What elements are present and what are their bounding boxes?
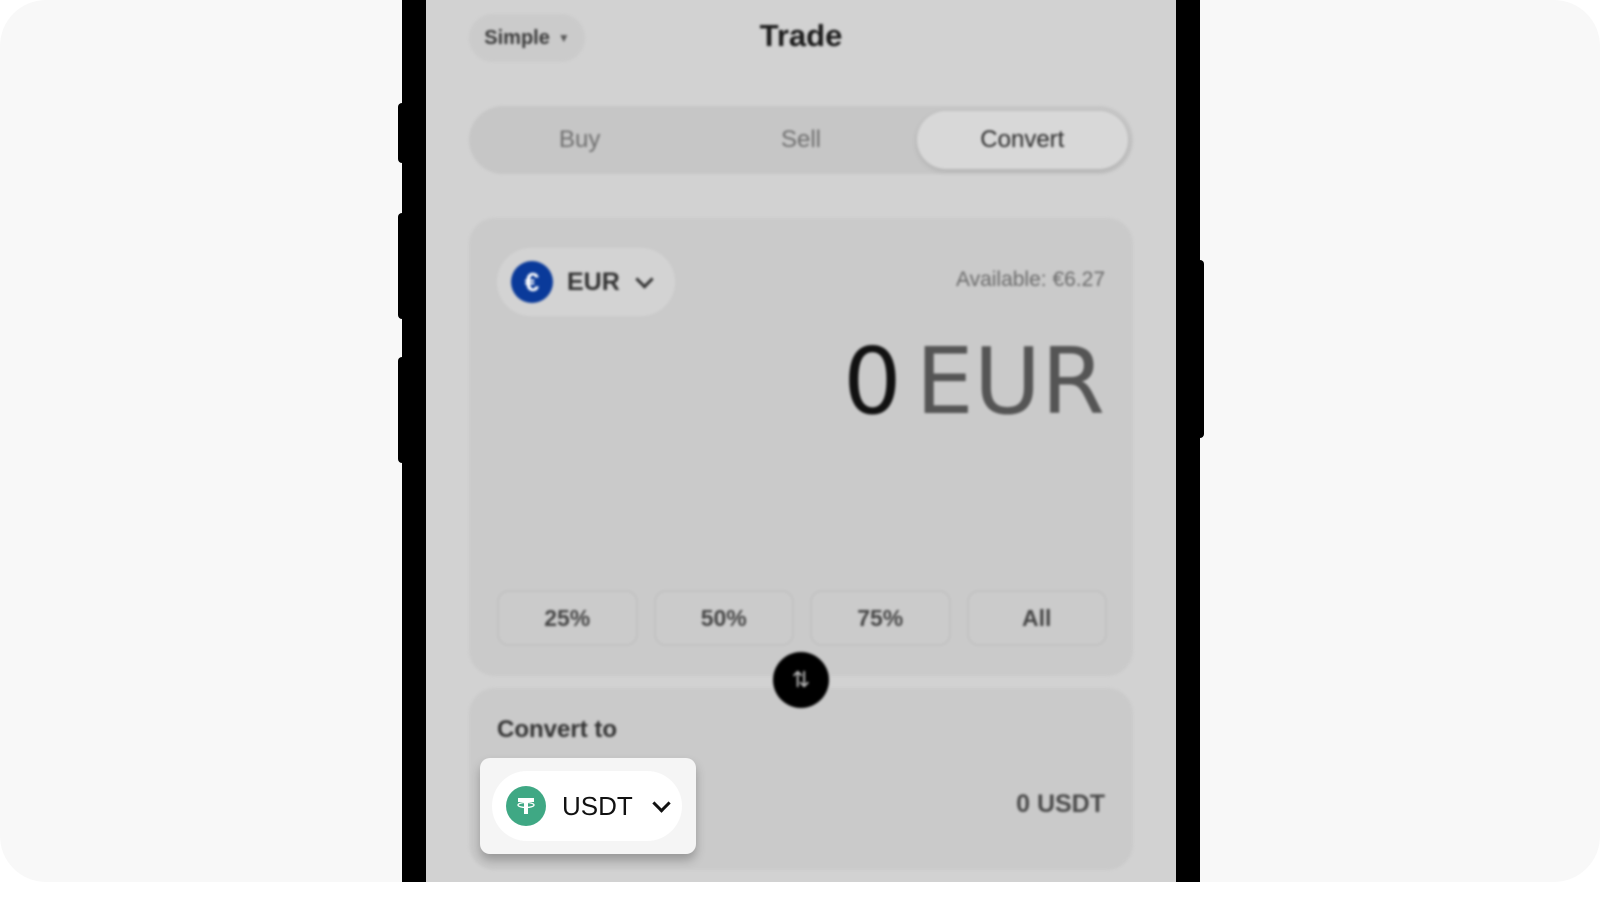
percent-25-button[interactable]: 25% — [497, 590, 638, 646]
chevron-down-icon — [652, 793, 671, 813]
from-currency-label: EUR — [567, 267, 620, 296]
convert-from-card: € EUR Available: €6.27 0 EUR 25% 50% 75%… — [469, 218, 1133, 676]
percent-buttons: 25% 50% 75% All — [497, 590, 1107, 646]
available-balance: Available: €6.27 — [955, 268, 1105, 291]
highlighted-to-currency: USDT — [480, 758, 696, 854]
from-amount-input[interactable]: 0 EUR — [843, 328, 1105, 435]
from-currency-selector[interactable]: € EUR — [497, 248, 675, 316]
euro-coin-icon: € — [511, 261, 553, 303]
to-currency-label: USDT — [562, 790, 633, 821]
convert-to-label: Convert to — [497, 716, 617, 743]
chevron-down-icon — [635, 269, 654, 289]
tab-buy[interactable]: Buy — [474, 111, 685, 169]
percent-all-button[interactable]: All — [966, 590, 1107, 646]
percent-75-button[interactable]: 75% — [810, 590, 951, 646]
tab-convert[interactable]: Convert — [916, 111, 1128, 169]
trade-tabs: Buy Sell Convert — [469, 106, 1133, 174]
swap-button[interactable]: ⇅ — [773, 652, 829, 708]
tether-icon — [506, 786, 546, 826]
swap-arrows-icon: ⇅ — [791, 667, 811, 692]
from-amount-unit: EUR — [915, 328, 1105, 435]
to-currency-selector[interactable]: USDT — [492, 771, 682, 841]
from-amount-value: 0 — [843, 328, 902, 435]
percent-50-button[interactable]: 50% — [653, 590, 794, 646]
dimmed-content: Simple ▼ Trade Buy Sell Convert € EUR Av… — [426, 0, 1176, 882]
to-amount: 0 USDT — [1016, 790, 1105, 818]
tab-sell[interactable]: Sell — [695, 111, 906, 169]
page-title: Trade — [759, 18, 843, 53]
phone-screen: Simple ▼ Trade Buy Sell Convert € EUR Av… — [426, 0, 1176, 882]
